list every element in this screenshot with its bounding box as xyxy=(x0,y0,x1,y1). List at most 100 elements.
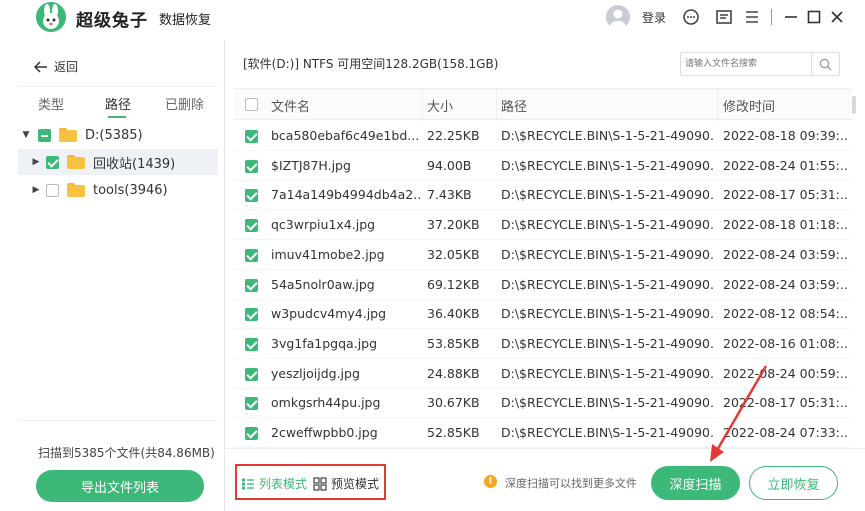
search-box xyxy=(680,52,840,76)
tree-label: tools(3946) xyxy=(93,182,168,198)
column-header-name[interactable]: 文件名 xyxy=(271,96,310,115)
row-checkbox[interactable] xyxy=(245,427,258,440)
cell-path: D:\$RECYCLE.BIN\S-1-5-21-49090... xyxy=(501,276,713,292)
cell-modified-time: 2022-08-16 01:08:... xyxy=(723,335,849,351)
tree-checkbox[interactable] xyxy=(46,155,59,169)
table-row[interactable]: $IZTJ87H.jpg 94.00B D:\$RECYCLE.BIN\S-1-5-… xyxy=(234,151,852,181)
vertical-scrollbar[interactable] xyxy=(852,96,856,114)
left-panel: 返回 类型 路径 已删除 ▼ D:(5385) ▶ 回收站(1439) ▶ to… xyxy=(18,44,218,511)
caret-right-icon[interactable]: ▶ xyxy=(30,157,42,167)
cell-file-name: 3vg1fa1pgqa.jpg xyxy=(271,335,378,351)
cell-path: D:\$RECYCLE.BIN\S-1-5-21-49090... xyxy=(501,425,713,440)
cell-modified-time: 2022-08-24 01:55:... xyxy=(723,157,849,173)
column-separator[interactable] xyxy=(422,89,423,121)
column-separator[interactable] xyxy=(717,89,718,121)
rabbit-logo-icon xyxy=(36,2,66,32)
back-button[interactable]: 返回 xyxy=(34,58,78,75)
row-checkbox[interactable] xyxy=(245,189,258,203)
search-icon xyxy=(819,58,832,70)
preview-mode-label: 预览模式 xyxy=(331,477,380,491)
cell-path: D:\$RECYCLE.BIN\S-1-5-21-49090... xyxy=(501,395,713,411)
cell-path: D:\$RECYCLE.BIN\S-1-5-21-49090... xyxy=(501,217,713,233)
app-subtitle: 数据恢复 xyxy=(159,13,212,28)
cell-modified-time: 2022-08-18 01:18:... xyxy=(723,217,849,233)
divider xyxy=(18,420,218,421)
table-row[interactable]: imuv41mobe2.jpg 32.05KB D:\$RECYCLE.BIN\S-… xyxy=(234,240,852,270)
row-checkbox[interactable] xyxy=(245,248,258,262)
table-row[interactable]: bca580ebaf6c49e1bd... 22.25KB D:\$RECYCLE.… xyxy=(234,121,852,151)
cell-path: D:\$RECYCLE.BIN\S-1-5-21-49090... xyxy=(501,365,713,381)
cell-path: D:\$RECYCLE.BIN\S-1-5-21-49090... xyxy=(501,246,713,262)
caret-right-icon[interactable]: ▶ xyxy=(30,185,42,195)
divider xyxy=(18,86,218,87)
caret-down-icon[interactable]: ▼ xyxy=(20,130,32,140)
table-row[interactable]: 3vg1fa1pgqa.jpg 53.85KB D:\$RECYCLE.BIN\S-… xyxy=(234,329,852,359)
tree-checkbox[interactable] xyxy=(38,128,51,142)
tree-item-tools[interactable]: ▶ tools(3946) xyxy=(18,177,218,203)
cell-size: 7.43KB xyxy=(427,187,472,203)
tree-item-recycle-bin[interactable]: ▶ 回收站(1439) xyxy=(18,149,218,175)
message-icon[interactable] xyxy=(713,6,735,28)
list-mode-button[interactable]: 列表模式 xyxy=(241,475,307,492)
tree-label: 回收站(1439) xyxy=(93,156,176,172)
deep-scan-button[interactable]: 深度扫描 xyxy=(651,466,740,500)
row-checkbox[interactable] xyxy=(245,219,258,233)
cell-file-name: bca580ebaf6c49e1bd... xyxy=(271,128,420,143)
row-checkbox[interactable] xyxy=(245,397,258,411)
row-checkbox[interactable] xyxy=(245,159,258,173)
cell-file-name: yeszljoijdg.jpg xyxy=(271,365,360,381)
row-checkbox[interactable] xyxy=(245,130,258,143)
chat-icon[interactable] xyxy=(680,6,702,28)
user-avatar-icon[interactable] xyxy=(606,5,630,29)
folder-icon xyxy=(67,183,85,197)
cell-size: 37.20KB xyxy=(427,217,480,233)
row-checkbox[interactable] xyxy=(245,308,258,322)
select-all-checkbox[interactable] xyxy=(245,98,258,111)
table-row[interactable]: w3pudcv4my4.jpg 36.40KB D:\$RECYCLE.BIN\S-… xyxy=(234,299,852,330)
export-file-list-button[interactable]: 导出文件列表 xyxy=(36,470,204,502)
minimize-icon[interactable] xyxy=(780,6,802,28)
app-name: 超级兔子 xyxy=(76,11,148,31)
cell-path: D:\$RECYCLE.BIN\S-1-5-21-49090... xyxy=(501,187,713,203)
title-bar: 超级兔子 数据恢复 登录 xyxy=(0,0,865,34)
cell-path: D:\$RECYCLE.BIN\S-1-5-21-49090... xyxy=(501,128,713,143)
sidebar-tabs: 类型 路径 已删除 xyxy=(18,94,218,118)
table-row[interactable]: 54a5nolr0aw.jpg 69.12KB D:\$RECYCLE.BIN\S-… xyxy=(234,270,852,300)
row-checkbox[interactable] xyxy=(245,278,258,292)
preview-mode-button[interactable]: 预览模式 xyxy=(313,475,379,492)
cell-file-name: 2cweffwpbb0.jpg xyxy=(271,425,378,440)
tab-deleted[interactable]: 已删除 xyxy=(165,94,204,113)
cell-modified-time: 2022-08-24 03:59:... xyxy=(723,246,849,262)
cell-file-name: 54a5nolr0aw.jpg xyxy=(271,276,375,292)
table-row[interactable]: qc3wrpiu1x4.jpg 37.20KB D:\$RECYCLE.BIN\S-… xyxy=(234,210,852,241)
cell-size: 32.05KB xyxy=(427,246,480,262)
login-link[interactable]: 登录 xyxy=(642,9,666,26)
cell-size: 22.25KB xyxy=(427,128,480,143)
titlebar-divider xyxy=(771,9,772,25)
cell-path: D:\$RECYCLE.BIN\S-1-5-21-49090... xyxy=(501,157,713,173)
menu-icon[interactable] xyxy=(741,6,763,28)
info-icon: ! xyxy=(484,475,497,488)
tree-item-drive-d[interactable]: ▼ D:(5385) xyxy=(18,122,218,148)
row-checkbox[interactable] xyxy=(245,367,258,381)
column-separator[interactable] xyxy=(496,89,497,121)
tab-type[interactable]: 类型 xyxy=(38,94,64,113)
search-button[interactable] xyxy=(811,53,839,75)
annotation-arrow xyxy=(710,365,768,462)
list-mode-icon xyxy=(242,478,254,489)
table-row[interactable]: 7a14a149b4994db4a2... 7.43KB D:\$RECYCLE.B… xyxy=(234,180,852,211)
recover-now-button[interactable]: 立即恢复 xyxy=(749,466,838,500)
tree-checkbox[interactable] xyxy=(46,183,59,197)
row-checkbox[interactable] xyxy=(245,337,258,351)
cell-modified-time: 2022-08-24 03:59:... xyxy=(723,276,849,292)
column-header-modified[interactable]: 修改时间 xyxy=(723,96,775,115)
search-input[interactable] xyxy=(681,53,809,75)
column-header-size[interactable]: 大小 xyxy=(427,96,453,115)
maximize-icon[interactable] xyxy=(803,6,825,28)
view-mode-switch: 列表模式 预览模式 xyxy=(235,464,386,500)
tree-label: D:(5385) xyxy=(85,127,143,143)
tab-path[interactable]: 路径 xyxy=(105,94,131,113)
column-header-path[interactable]: 路径 xyxy=(501,96,527,115)
close-icon[interactable] xyxy=(826,6,848,28)
cell-file-name: imuv41mobe2.jpg xyxy=(271,246,385,262)
